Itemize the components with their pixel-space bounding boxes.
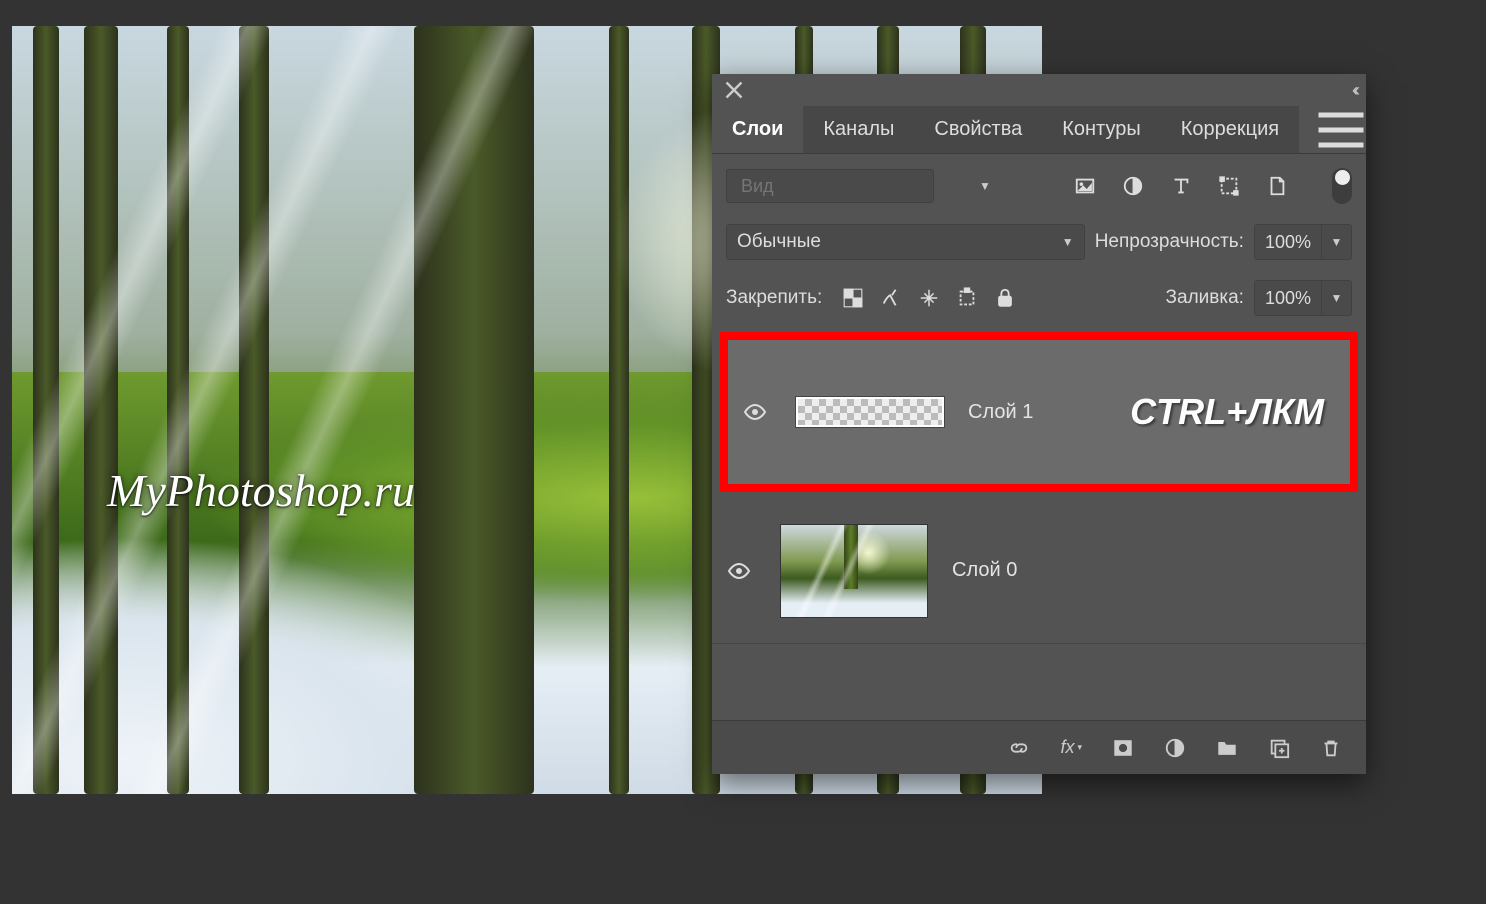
tab-channels[interactable]: Каналы: [803, 106, 914, 153]
layer-row[interactable]: Слой 0: [712, 498, 1366, 644]
collapse-icon[interactable]: ‹‹: [1352, 80, 1356, 101]
lock-position-icon[interactable]: [918, 287, 940, 309]
lock-image-icon[interactable]: [880, 287, 902, 309]
layer-thumbnail[interactable]: [780, 524, 928, 618]
visibility-toggle[interactable]: [722, 559, 756, 583]
delete-layer-icon[interactable]: [1320, 737, 1342, 759]
lock-row: Закрепить: Заливка: 100% ▼: [712, 270, 1366, 326]
new-group-icon[interactable]: [1216, 737, 1238, 759]
lock-artboard-icon[interactable]: [956, 287, 978, 309]
opacity-input[interactable]: 100% ▼: [1254, 224, 1352, 260]
filter-pixel-icon[interactable]: [1074, 175, 1096, 197]
lock-transparency-icon[interactable]: [842, 287, 864, 309]
fill-value[interactable]: 100%: [1254, 280, 1322, 316]
chevron-down-icon[interactable]: ▼: [1322, 280, 1352, 316]
filter-toggle[interactable]: [1332, 168, 1352, 204]
tab-properties[interactable]: Свойства: [914, 106, 1042, 153]
new-adjustment-icon[interactable]: [1164, 737, 1186, 759]
fill-label: Заливка:: [1166, 287, 1244, 309]
lock-label: Закрепить:: [726, 287, 822, 309]
layer-name[interactable]: Слой 0: [952, 559, 1017, 582]
blend-mode-value: Обычные: [737, 231, 821, 253]
layer-style-icon[interactable]: fx▾: [1060, 737, 1082, 758]
tab-paths[interactable]: Контуры: [1042, 106, 1160, 153]
layer-search[interactable]: ▼: [726, 169, 934, 203]
tab-layers[interactable]: Слои: [712, 106, 803, 153]
layers-panel: ‹‹ Слои Каналы Свойства Контуры Коррекци…: [712, 74, 1366, 774]
watermark-text: MyPhotoshop.ru: [107, 464, 415, 517]
add-mask-icon[interactable]: [1112, 737, 1134, 759]
layer-thumbnail[interactable]: [796, 397, 944, 427]
opacity-label: Непрозрачность:: [1095, 231, 1244, 253]
panel-titlebar: ‹‹: [712, 74, 1366, 106]
panel-menu-icon[interactable]: [1316, 106, 1366, 153]
link-layers-icon[interactable]: [1008, 737, 1030, 759]
panel-tabs: Слои Каналы Свойства Контуры Коррекция: [712, 106, 1366, 154]
lock-all-icon[interactable]: [994, 287, 1016, 309]
layer-search-input[interactable]: [741, 176, 973, 197]
layer-list: Слой 1 CTRL+ЛКМ Слой 0: [712, 326, 1366, 720]
filter-smartobject-icon[interactable]: [1266, 175, 1288, 197]
visibility-toggle[interactable]: [738, 400, 772, 424]
layer-name[interactable]: Слой 1: [968, 401, 1033, 424]
filter-type-icon[interactable]: [1170, 175, 1192, 197]
panel-footer: fx▾: [712, 720, 1366, 774]
chevron-down-icon[interactable]: ▼: [1322, 224, 1352, 260]
new-layer-icon[interactable]: [1268, 737, 1290, 759]
filter-adjustment-icon[interactable]: [1122, 175, 1144, 197]
layer-row[interactable]: Слой 1 CTRL+ЛКМ: [720, 332, 1358, 492]
filter-shape-icon[interactable]: [1218, 175, 1240, 197]
chevron-down-icon: ▼: [1062, 235, 1074, 249]
blend-mode-select[interactable]: Обычные ▼: [726, 224, 1085, 260]
close-icon[interactable]: [722, 78, 746, 102]
filter-row: ▼: [712, 154, 1366, 214]
fill-input[interactable]: 100% ▼: [1254, 280, 1352, 316]
tab-adjustments[interactable]: Коррекция: [1161, 106, 1299, 153]
annotation-text: CTRL+ЛКМ: [1130, 391, 1330, 433]
chevron-down-icon: ▼: [979, 179, 991, 193]
blend-row: Обычные ▼ Непрозрачность: 100% ▼: [712, 214, 1366, 270]
opacity-value[interactable]: 100%: [1254, 224, 1322, 260]
